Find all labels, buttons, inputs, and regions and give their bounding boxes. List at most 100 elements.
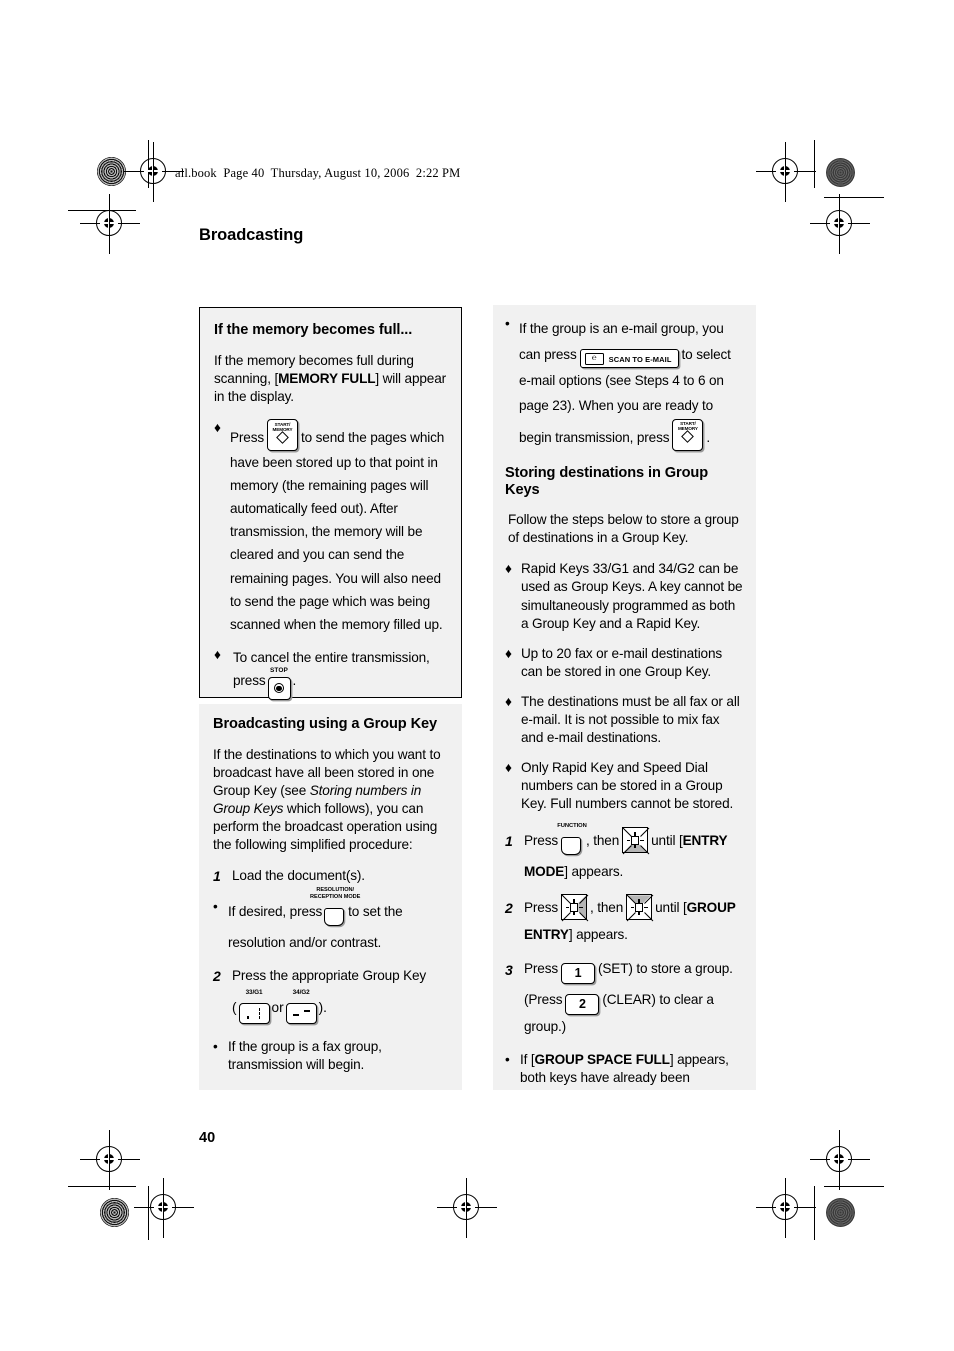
start-memory-key[interactable]: START/MEMORY bbox=[672, 418, 704, 451]
registration-target-right-upper bbox=[810, 194, 870, 254]
diamond-bullet-icon: ♦ bbox=[505, 645, 512, 661]
halftone-dot-top-right bbox=[826, 158, 855, 187]
bullet-rapid-speed-dial-text: Only Rapid Key and Speed Dial numbers ca… bbox=[521, 760, 734, 812]
nav-key-center bbox=[569, 903, 579, 912]
step3-text-1: Press bbox=[524, 961, 558, 977]
bullet-cancel-transmission: ♦ To cancel the entire transmission, pres… bbox=[214, 646, 449, 700]
step2-text-3: until [ bbox=[655, 900, 687, 916]
diamond-glyph-icon bbox=[681, 430, 695, 444]
at-symbol: ℮ bbox=[591, 352, 597, 362]
step1-text-2: , then bbox=[586, 833, 620, 849]
bullet-email-group: • If the group is an e-mail group, you ca… bbox=[505, 316, 744, 451]
storing-destinations-heading: Storing destinations in Group Keys bbox=[505, 464, 709, 499]
nav-key-down[interactable] bbox=[622, 827, 650, 855]
nav-key-center bbox=[630, 836, 640, 845]
bullet-fax-group-text: If the group is a fax group, transmissio… bbox=[228, 1039, 382, 1073]
cancel-transmission-period: . bbox=[292, 673, 297, 689]
bullet-all-fax-or-email: ♦ The destinations must be all fax or all… bbox=[505, 693, 744, 747]
memory-full-label: MEMORY FULL bbox=[278, 370, 376, 386]
broadcasting-group-key-section: Broadcasting using a Group Key If the de… bbox=[199, 704, 462, 1090]
nav-key-up[interactable] bbox=[626, 894, 654, 922]
step-press-nav-keys: 2 Press, then until [GROUP ENTRY] appears. bbox=[505, 894, 744, 948]
diamond-bullet-icon: ♦ bbox=[505, 561, 512, 577]
rapid-key-33-g1-wrapper[interactable]: 33/G1 bbox=[238, 989, 270, 1030]
clear-group-note: (Press 2 (CLEAR) to clear a group.) bbox=[505, 988, 744, 1039]
step-number: 1 bbox=[213, 868, 221, 885]
group-key-intro: If the destinations to which you want to… bbox=[213, 746, 450, 854]
group-space-full-label: GROUP SPACE FULL bbox=[534, 1051, 670, 1067]
close-paren: ). bbox=[318, 1000, 327, 1016]
resolution-key-caption: RESOLUTION/RECEPTION MODE bbox=[310, 887, 361, 900]
stop-circle-icon bbox=[274, 683, 284, 694]
rapid-key-34-g2-wrapper[interactable]: 34/G2 bbox=[285, 989, 317, 1030]
bullet-group-space-full: • If [GROUP SPACE FULL] appears, both key… bbox=[505, 1051, 744, 1087]
function-key-wrapper[interactable]: FUNCTION bbox=[557, 823, 587, 859]
nav-key-right[interactable] bbox=[561, 894, 589, 922]
scan-to-email-key[interactable]: ℮ SCAN TO E-MAIL bbox=[579, 348, 679, 368]
diamond-bullet-icon: ♦ bbox=[505, 760, 512, 776]
resolution-reception-mode-key-wrapper[interactable]: RESOLUTION/RECEPTION MODE bbox=[310, 887, 360, 930]
rapid-key-34-g2-caption: 34/G2 bbox=[292, 989, 310, 997]
group-key-choices-row: (33/G1 or 34/G2). bbox=[213, 989, 450, 1030]
step-press-set-clear: 3 Press 1 (SET) to store a group. bbox=[505, 957, 744, 985]
step3-text-3: (Press bbox=[524, 992, 563, 1008]
step-press-group-key: 2 Press the appropriate Group Key bbox=[213, 967, 450, 985]
rapid-key-33-g1-caption: 33/G1 bbox=[245, 989, 263, 997]
trim-line-top-right-vertical bbox=[814, 140, 816, 188]
registration-target-left-upper bbox=[80, 194, 140, 254]
group-key-section-heading: Broadcasting using a Group Key bbox=[213, 716, 438, 732]
registration-target-top-left bbox=[124, 142, 184, 202]
numeric-key-2[interactable]: 2 bbox=[565, 994, 600, 1016]
step2-text-4: ] appears. bbox=[568, 926, 628, 942]
step3-text-2: (SET) to store a group. bbox=[598, 961, 733, 977]
scan-to-email-label: SCAN TO E-MAIL bbox=[608, 354, 672, 364]
space-full-text-1: If [ bbox=[520, 1051, 535, 1067]
press-label: Press bbox=[230, 430, 264, 446]
bullet-up-to-20-text: Up to 20 fax or e-mail destinations can … bbox=[521, 645, 723, 679]
diamond-glyph-icon bbox=[276, 430, 289, 444]
page-title: Broadcasting bbox=[199, 226, 304, 244]
memory-box-intro: If the memory becomes full during scanni… bbox=[214, 352, 449, 406]
halftone-dot-top-left bbox=[97, 157, 126, 186]
diamond-bullet-icon: ♦ bbox=[214, 646, 221, 662]
function-key[interactable] bbox=[561, 836, 581, 855]
envelope-at-icon: ℮ bbox=[584, 352, 604, 365]
halftone-dot-bottom-right bbox=[826, 1198, 855, 1227]
registration-target-left-lower bbox=[80, 1130, 140, 1190]
trim-line-right-lower bbox=[824, 1186, 884, 1188]
trim-line-left-lower bbox=[68, 1186, 136, 1188]
bullet-press-start-memory: ♦ Press START/MEMORY to send the pages whic… bbox=[214, 419, 449, 636]
diamond-bullet-icon: ♦ bbox=[214, 420, 221, 436]
bullet-start-memory-text: to send the pages which have been stored… bbox=[230, 430, 445, 632]
stop-key[interactable] bbox=[267, 676, 291, 700]
bullet-rapid-speed-dial: ♦ Only Rapid Key and Speed Dial numbers c… bbox=[505, 759, 744, 813]
resolution-reception-mode-key[interactable] bbox=[324, 907, 345, 926]
step-text: Load the document(s). bbox=[232, 868, 365, 884]
numeric-key-1[interactable]: 1 bbox=[561, 963, 595, 985]
round-bullet-icon: • bbox=[505, 316, 510, 331]
step-number: 2 bbox=[505, 900, 513, 917]
start-memory-key[interactable]: START/MEMORY bbox=[267, 419, 298, 452]
registration-target-bottom-center bbox=[437, 1178, 497, 1238]
rapid-key-34-g2[interactable] bbox=[285, 1003, 317, 1025]
step-number: 3 bbox=[505, 962, 513, 979]
resolution-text-before: If desired, press bbox=[228, 904, 323, 920]
registration-target-bottom-right bbox=[756, 1178, 816, 1238]
step-number: 2 bbox=[213, 968, 221, 985]
open-paren: ( bbox=[232, 1000, 237, 1016]
stop-key-caption: STOP bbox=[270, 667, 288, 675]
registration-target-right-lower bbox=[810, 1130, 870, 1190]
cancel-transmission-text: To cancel the entire transmission, press bbox=[233, 649, 430, 689]
trim-line-right-upper bbox=[824, 197, 884, 199]
step2-text-1: Press bbox=[524, 900, 558, 916]
or-label: or bbox=[271, 1000, 284, 1016]
step-text: Press the appropriate Group Key bbox=[232, 968, 427, 984]
registration-target-top-right bbox=[756, 142, 816, 202]
bullet-rapid-keys: ♦ Rapid Keys 33/G1 and 34/G2 can be used … bbox=[505, 560, 744, 632]
rapid-key-33-g1[interactable] bbox=[238, 1003, 270, 1025]
step-number: 1 bbox=[505, 833, 513, 850]
memory-box-heading: If the memory becomes full... bbox=[214, 322, 413, 338]
stop-key-wrapper[interactable]: STOP bbox=[267, 667, 291, 700]
step1-text-4: ] appears. bbox=[564, 863, 624, 879]
bullet-rapid-keys-text: Rapid Keys 33/G1 and 34/G2 can be used a… bbox=[521, 561, 743, 631]
